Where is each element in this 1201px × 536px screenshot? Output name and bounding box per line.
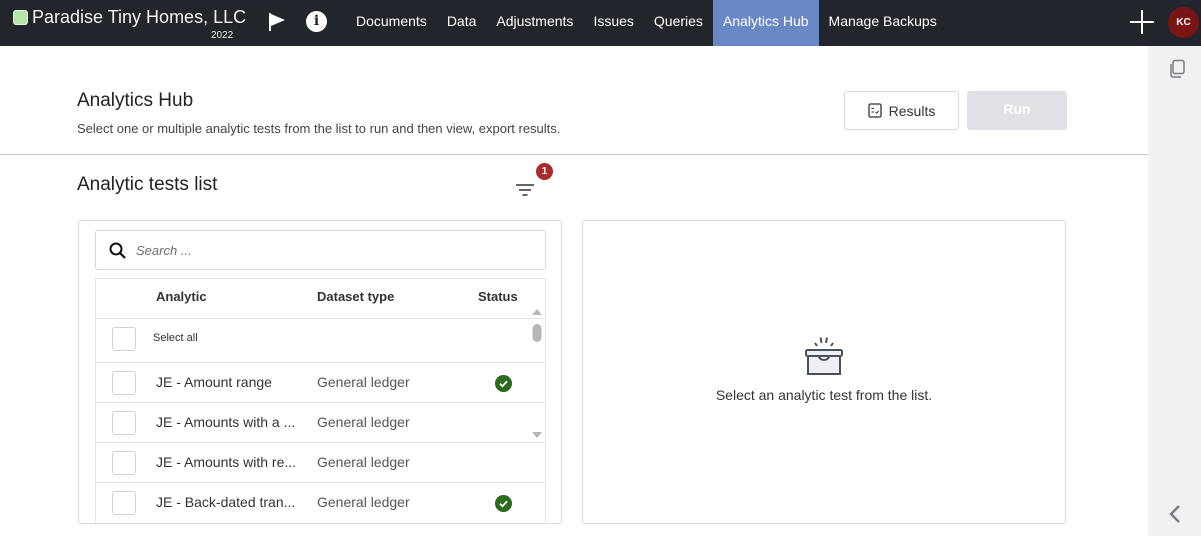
checklist-icon [868, 103, 882, 118]
analytic-name: JE - Amount range [156, 374, 272, 390]
table-row[interactable]: JE - Amounts with re... General ledger [96, 443, 545, 483]
analytic-name: JE - Amounts with re... [156, 454, 297, 470]
scroll-up-arrow-icon [532, 309, 542, 315]
column-header-dataset-type[interactable]: Dataset type [317, 289, 394, 304]
row-checkbox[interactable] [112, 491, 136, 515]
scroll-down-arrow-icon [532, 432, 542, 438]
select-all-label: Select all [153, 332, 198, 344]
column-header-analytic[interactable]: Analytic [156, 289, 207, 304]
flag-icon[interactable] [267, 12, 287, 32]
nav-issues[interactable]: Issues [583, 0, 643, 46]
table-row[interactable]: JE - Amounts with a ... General ledger [96, 403, 545, 443]
table-row[interactable]: JE - Amount range General ledger [96, 363, 545, 403]
run-button[interactable]: Run [967, 91, 1067, 130]
dataset-type: General ledger [317, 414, 410, 430]
row-checkbox[interactable] [112, 451, 136, 475]
list-scrollbar[interactable] [528, 303, 546, 453]
results-button[interactable]: Results [844, 91, 959, 130]
search-box [95, 230, 546, 270]
dataset-type: General ledger [317, 454, 410, 470]
filter-icon[interactable] [514, 182, 536, 198]
search-input[interactable] [136, 239, 526, 261]
info-icon[interactable]: i [306, 11, 327, 32]
row-checkbox[interactable] [112, 411, 136, 435]
filter-count-badge: 1 [536, 163, 553, 180]
main-nav: Documents Data Adjustments Issues Querie… [346, 0, 947, 46]
status-complete-icon [495, 495, 512, 512]
user-avatar[interactable]: KC [1168, 7, 1199, 38]
nav-data[interactable]: Data [437, 0, 487, 46]
select-all-row: Select all [96, 319, 545, 363]
select-all-checkbox[interactable] [112, 327, 136, 351]
right-side-rail [1148, 46, 1201, 536]
add-icon[interactable] [1129, 9, 1155, 35]
page-subtitle: Select one or multiple analytic tests fr… [77, 121, 561, 136]
analytic-detail-panel: Select an analytic test from the list. [582, 220, 1066, 524]
company-name: Paradise Tiny Homes, LLC [32, 7, 247, 27]
dataset-type: General ledger [317, 494, 410, 510]
results-button-label: Results [888, 102, 936, 119]
analytic-name: JE - Back-dated tran... [156, 494, 296, 510]
header-divider [0, 154, 1148, 155]
row-checkbox[interactable] [112, 371, 136, 395]
table-row[interactable]: JE - Back-dated tran... General ledger [96, 483, 545, 523]
table-header: Analytic Dataset type Status [96, 279, 545, 319]
copy-icon[interactable] [1167, 59, 1187, 79]
analytic-name: JE - Amounts with a ... [156, 414, 296, 430]
analytic-tests-panel: Analytic Dataset type Status Select all … [78, 220, 562, 524]
analytic-tests-table: Analytic Dataset type Status Select all … [95, 278, 546, 523]
engagement-year: 2022 [211, 30, 234, 41]
chevron-left-icon[interactable] [1168, 504, 1182, 524]
top-navigation-bar: Paradise Tiny Homes, LLC 2022 i Document… [0, 0, 1201, 46]
page-title: Analytics Hub [77, 90, 194, 111]
engagement-status-icon [13, 10, 28, 25]
nav-adjustments[interactable]: Adjustments [486, 0, 583, 46]
open-box-icon [805, 337, 843, 375]
nav-analytics-hub[interactable]: Analytics Hub [712, 0, 819, 46]
status-complete-icon [495, 375, 512, 392]
nav-documents[interactable]: Documents [346, 0, 437, 46]
nav-manage-backups[interactable]: Manage Backups [819, 0, 947, 46]
scroll-thumb [532, 324, 542, 342]
list-title: Analytic tests list [77, 174, 218, 195]
column-header-status[interactable]: Status [478, 289, 518, 304]
dataset-type: General ledger [317, 374, 410, 390]
empty-state-message: Select an analytic test from the list. [715, 387, 933, 403]
nav-queries[interactable]: Queries [644, 0, 713, 46]
search-icon [109, 242, 126, 259]
